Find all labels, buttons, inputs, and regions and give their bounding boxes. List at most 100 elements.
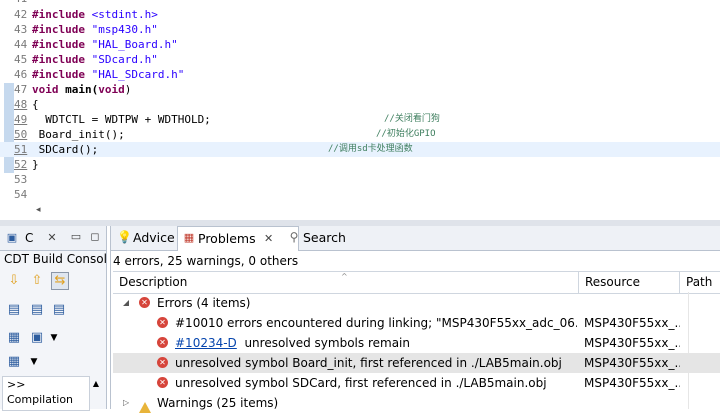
table-row[interactable]: ✕ #10010 errors encountered during linki…: [113, 313, 720, 333]
code-text: main(: [58, 83, 99, 96]
code-line-53: 53: [14, 172, 32, 187]
line-number: 50: [14, 128, 28, 141]
ruler-highlight: [4, 83, 14, 173]
console-text: >>: [7, 378, 26, 391]
problem-resource: MSP430F55xx_...: [584, 336, 680, 350]
code-keyword: #include: [32, 38, 85, 51]
line-number: 49: [14, 113, 28, 126]
line-number: 48: [14, 98, 28, 111]
error-icon: ✕: [157, 353, 168, 373]
line-number: 51: [14, 143, 28, 156]
code-text: ): [124, 83, 132, 96]
line-number: 41: [14, 0, 32, 6]
warning-icon: [139, 397, 151, 417]
tab-label: Problems: [198, 231, 256, 246]
dropdown-chevron-icon[interactable]: ▼: [26, 354, 42, 370]
error-icon: ✕: [157, 313, 168, 333]
column-header-description[interactable]: Description ^: [113, 272, 579, 293]
tab-label: Search: [303, 230, 346, 245]
code-keyword: #include: [32, 68, 85, 81]
tree-group-warnings[interactable]: ▷ Warnings (25 items): [113, 393, 720, 413]
problem-description: unresolved symbol SDCard, first referenc…: [175, 376, 547, 390]
code-line-52: 52}: [14, 157, 39, 172]
expand-arrow-icon[interactable]: ◢: [123, 293, 129, 313]
description-text: unresolved symbols remain: [236, 336, 410, 350]
column-label: Path: [686, 275, 713, 289]
code-keyword: #include: [32, 23, 85, 36]
problem-description: unresolved symbol Board_init, first refe…: [175, 356, 562, 370]
code-string: "SDcard.h": [84, 53, 158, 66]
expand-arrow-icon[interactable]: ▷: [123, 393, 129, 413]
code-line-42: 42 #include <stdint.h>: [14, 7, 158, 22]
maximize-icon[interactable]: ◻: [87, 229, 103, 245]
console-text: Compilation: [7, 393, 74, 406]
column-label: Description: [119, 275, 188, 289]
display-console-icon[interactable]: ▣: [29, 330, 45, 346]
problems-icon: ▦: [183, 231, 195, 244]
arrow-down-icon[interactable]: ⇩: [6, 273, 22, 289]
code-line-47: 47 void main(void): [14, 82, 131, 97]
line-number: 46: [14, 68, 28, 81]
search-icon: ⚲: [289, 230, 299, 244]
table-row-selected[interactable]: ✕ unresolved symbol Board_init, first re…: [113, 353, 720, 373]
tab-console[interactable]: C: [25, 226, 33, 250]
line-number: 42: [14, 8, 28, 21]
console-icon: ▣: [6, 231, 18, 244]
close-icon[interactable]: ✕: [44, 230, 60, 246]
problem-resource: MSP430F55xx_...: [584, 356, 680, 370]
line-number: 52: [14, 158, 28, 171]
table-header: Description ^ Resource Path: [113, 271, 720, 294]
code-keyword: void: [98, 83, 125, 96]
console-new-icon[interactable]: ▤: [6, 302, 22, 318]
code-comment: //关闭看门狗: [384, 114, 440, 124]
group-label: Errors (4 items): [157, 296, 251, 310]
column-header-path[interactable]: Path: [680, 272, 720, 293]
code-line-43: 43 #include "msp430.h": [14, 22, 158, 37]
console-remove-icon[interactable]: ▤: [51, 302, 67, 318]
column-header-resource[interactable]: Resource: [579, 272, 680, 293]
problem-description: #10234-D unresolved symbols remain: [175, 333, 577, 353]
table-row[interactable]: ✕ unresolved symbol SDCard, first refere…: [113, 373, 720, 393]
scroll-left-icon[interactable]: ◂: [36, 205, 41, 215]
code-text: Board_init();: [32, 128, 125, 141]
group-label: Warnings (25 items): [157, 396, 279, 410]
code-line-44: 44 #include "HAL_Board.h": [14, 37, 178, 52]
minimize-icon[interactable]: ▭: [68, 229, 84, 245]
error-icon: ✕: [139, 293, 150, 313]
tab-label: Advice: [133, 230, 175, 245]
line-number: 43: [14, 23, 28, 36]
line-number: 53: [14, 173, 28, 186]
view-tab-bar: 💡 Advice ▦ Problems ✕ ⚲ Search: [111, 226, 720, 251]
arrow-up-icon[interactable]: ⇧: [29, 273, 45, 289]
code-text: SDCard();: [32, 143, 99, 156]
code-text: }: [32, 158, 39, 171]
code-line-45: 45 #include "SDcard.h": [14, 52, 158, 67]
console-view: ▣ C ✕ ▭ ◻ CDT Build Consol ⇩ ⇧ ⇆ ▤ ▤ ▤ ▦…: [0, 226, 107, 411]
lightbulb-icon: 💡: [117, 230, 132, 244]
code-keyword: #include: [32, 53, 85, 66]
pin-console-icon[interactable]: ▦: [6, 330, 22, 346]
tab-search[interactable]: ⚲ Search: [283, 226, 369, 250]
console-copy-icon[interactable]: ▤: [29, 302, 45, 318]
tab-problems[interactable]: ▦ Problems ✕: [177, 226, 299, 251]
open-console-icon[interactable]: ▦: [6, 354, 22, 370]
code-line-50: 50 Board_init(); //初始化GPIO: [14, 127, 436, 142]
code-editor[interactable]: 41 42 #include <stdint.h> 43 #include "msp…: [0, 0, 720, 203]
line-number: 45: [14, 53, 28, 66]
code-line-48: 48 {: [14, 97, 39, 112]
problem-resource: MSP430F55xx_...: [584, 376, 680, 390]
dropdown-chevron-icon[interactable]: ▼: [46, 330, 62, 346]
problem-description: #10010 errors encountered during linking…: [175, 316, 577, 330]
close-icon[interactable]: ✕: [264, 227, 273, 251]
error-code-link[interactable]: #10234-D: [175, 336, 237, 350]
code-keyword: void: [32, 83, 59, 96]
tree-group-errors[interactable]: ◢ ✕ Errors (4 items): [113, 293, 720, 313]
problems-view: 💡 Advice ▦ Problems ✕ ⚲ Search 4 errors,…: [110, 226, 720, 413]
table-row[interactable]: ✕ #10234-D unresolved symbols remain MSP…: [113, 333, 720, 353]
error-icon: ✕: [157, 373, 168, 393]
code-string: "msp430.h": [84, 23, 158, 36]
scroll-up-icon[interactable]: ▲: [89, 376, 103, 392]
code-text: {: [32, 98, 39, 111]
line-number: 44: [14, 38, 28, 51]
link-toggle-icon[interactable]: ⇆: [51, 272, 69, 290]
